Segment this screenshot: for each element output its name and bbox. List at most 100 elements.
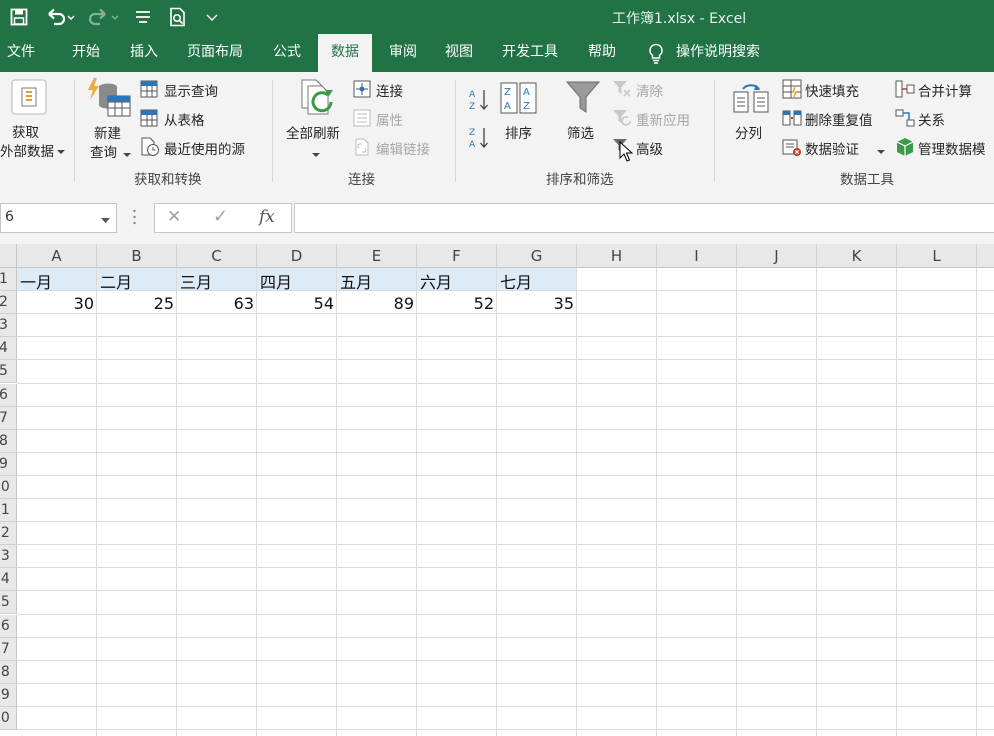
column-header-l[interactable]: L (897, 244, 977, 268)
row-header-3[interactable]: 3 (0, 314, 17, 338)
save-icon[interactable] (8, 6, 30, 28)
formula-input[interactable] (294, 203, 994, 233)
tab-insert[interactable]: 插入 (118, 34, 170, 72)
tab-help[interactable]: 帮助 (578, 34, 626, 72)
row-header-15[interactable]: 15 (0, 591, 17, 615)
cell-g1[interactable]: 七月 (500, 269, 532, 293)
cell-c2[interactable]: 63 (177, 294, 254, 313)
tab-data[interactable]: 数据 (318, 34, 372, 72)
new-query-line1[interactable]: 新建 (94, 122, 121, 142)
text-to-columns-button[interactable]: 分列 (735, 122, 762, 142)
consolidate-button[interactable]: 合并计算 (918, 80, 972, 100)
column-header-i[interactable]: I (657, 244, 737, 268)
insert-function-icon[interactable]: fx (259, 207, 275, 227)
column-header-k[interactable]: K (817, 244, 897, 268)
row-header-11[interactable]: 11 (0, 499, 17, 523)
relationships-button[interactable]: 关系 (918, 109, 945, 129)
show-queries-button[interactable]: 显示查询 (164, 80, 218, 100)
row-header-7[interactable]: 7 (0, 406, 17, 430)
properties-button[interactable]: 属性 (376, 109, 403, 129)
select-all-corner[interactable] (0, 244, 17, 268)
row-header-4[interactable]: 4 (0, 337, 17, 361)
print-preview-icon[interactable] (166, 6, 190, 28)
tab-file[interactable]: 文件 (0, 34, 42, 72)
formula-bar-grip[interactable] (133, 209, 136, 225)
cell-e1[interactable]: 五月 (340, 269, 372, 293)
redo-icon[interactable] (86, 6, 122, 28)
row-header-8[interactable]: 8 (0, 429, 17, 453)
recent-sources-button[interactable]: 最近使用的源 (164, 138, 245, 158)
sort-button[interactable]: 排序 (505, 122, 532, 142)
column-header-f[interactable]: F (417, 244, 497, 268)
cell-b2[interactable]: 25 (97, 294, 174, 313)
row-header-12[interactable]: 12 (0, 522, 17, 546)
row-header-13[interactable]: 13 (0, 545, 17, 569)
row-header-10[interactable]: 10 (0, 475, 17, 499)
row-header-16[interactable]: 16 (0, 614, 17, 638)
row-header-6[interactable]: 6 (0, 383, 17, 407)
row-header-1[interactable]: 1 (0, 268, 17, 292)
row-header-18[interactable]: 18 (0, 660, 17, 684)
cell-a1[interactable]: 一月 (20, 269, 52, 293)
cell-g2[interactable]: 35 (497, 294, 574, 313)
column-header-c[interactable]: C (177, 244, 257, 268)
tab-view[interactable]: 视图 (434, 34, 484, 72)
worksheet-grid[interactable]: A B C D E F G H I J K L 1234567891011121… (0, 244, 994, 736)
column-header-b[interactable]: B (97, 244, 177, 268)
manage-data-model-button[interactable]: 管理数据模 (918, 138, 986, 158)
chevron-down-icon[interactable] (101, 213, 110, 228)
reapply-button[interactable]: 重新应用 (636, 109, 690, 129)
customize-icon[interactable] (132, 6, 154, 28)
row-header-17[interactable]: 17 (0, 637, 17, 661)
get-external-data-button[interactable]: 外部数据 (0, 140, 54, 160)
row-header-14[interactable]: 14 (0, 568, 17, 592)
refresh-all-button[interactable]: 全部刷新 (286, 122, 340, 142)
column-header-a[interactable]: A (17, 244, 97, 268)
cell-f2[interactable]: 52 (417, 294, 494, 313)
column-header-g[interactable]: G (497, 244, 577, 268)
tell-me-search[interactable]: 操作说明搜索 (676, 34, 776, 72)
from-table-icon (140, 109, 158, 131)
row-header-2[interactable]: 2 (0, 291, 17, 315)
row-header-5[interactable]: 5 (0, 360, 17, 384)
row-header-19[interactable]: 19 (0, 683, 17, 707)
cell-b1[interactable]: 二月 (100, 269, 132, 293)
name-box[interactable]: 6 (0, 203, 117, 233)
tab-page-layout[interactable]: 页面布局 (178, 34, 252, 72)
get-external-data-line1[interactable]: 获取 (12, 121, 39, 141)
row-header-9[interactable]: 9 (0, 452, 17, 476)
tab-home[interactable]: 开始 (60, 34, 112, 72)
sort-descending-icon[interactable]: ZA (469, 126, 489, 154)
column-header-h[interactable]: H (577, 244, 657, 268)
new-query-button[interactable]: 查询 (90, 141, 117, 161)
row-header-20[interactable]: 20 (0, 706, 17, 730)
connections-button[interactable]: 连接 (376, 80, 403, 100)
tab-developer[interactable]: 开发工具 (492, 34, 568, 72)
dropdown-icon[interactable] (202, 6, 222, 28)
cell-a2[interactable]: 30 (17, 294, 94, 313)
cell-d1[interactable]: 四月 (260, 269, 292, 293)
column-header-j[interactable]: J (737, 244, 817, 268)
filter-button[interactable]: 筛选 (567, 122, 594, 142)
undo-icon[interactable] (42, 6, 78, 28)
column-header-e[interactable]: E (337, 244, 417, 268)
clear-button[interactable]: 清除 (636, 80, 663, 100)
cell-d2[interactable]: 54 (257, 294, 334, 313)
advanced-button[interactable]: 高级 (636, 138, 663, 158)
tab-review[interactable]: 审阅 (378, 34, 428, 72)
from-table-button[interactable]: 从表格 (164, 109, 205, 129)
cancel-icon[interactable]: ✕ (167, 207, 181, 227)
column-header-d[interactable]: D (257, 244, 337, 268)
edit-links-button[interactable]: 编辑链接 (376, 138, 430, 158)
cell-f1[interactable]: 六月 (420, 269, 452, 293)
flash-fill-button[interactable]: 快速填充 (805, 80, 859, 100)
tab-formulas[interactable]: 公式 (262, 34, 312, 72)
column-header-m[interactable] (977, 244, 994, 268)
sort-ascending-icon[interactable]: AZ (469, 88, 489, 116)
window-title: 工作簿1.xlsx - Excel (612, 11, 747, 27)
enter-icon[interactable]: ✓ (213, 206, 228, 227)
cell-e2[interactable]: 89 (337, 294, 414, 313)
data-validation-button[interactable]: 数据验证 (805, 138, 859, 158)
remove-duplicates-button[interactable]: 删除重复值 (805, 109, 873, 129)
cell-c1[interactable]: 三月 (180, 269, 212, 293)
